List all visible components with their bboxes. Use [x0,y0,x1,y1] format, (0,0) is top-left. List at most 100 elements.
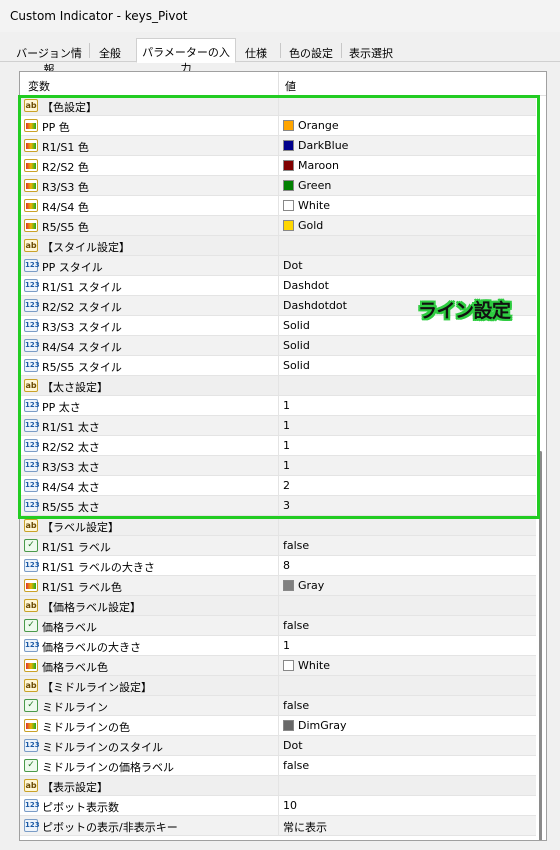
tab-parameters[interactable]: パラメーターの入力 [136,38,236,75]
parameter-row[interactable]: R1/S1 ラベル色 Gray [20,576,536,596]
parameter-value[interactable]: Solid [283,359,310,372]
parameter-value[interactable]: Dot [283,739,303,752]
parameter-row[interactable]: R2/S2 色 Maroon [20,156,536,176]
group-row[interactable]: ab 【太さ設定】 [20,376,536,396]
column-divider [278,536,279,556]
group-row[interactable]: ab 【スタイル設定】 [20,236,536,256]
color-swatch [283,200,294,211]
parameter-value-text: Gray [298,579,325,592]
parameter-value[interactable]: 1 [283,399,290,412]
parameter-value[interactable]: Maroon [283,159,339,172]
parameter-row[interactable]: ミドルラインの色 DimGray [20,716,536,736]
column-divider [278,256,279,276]
parameter-value-text: DarkBlue [298,139,349,152]
parameter-value[interactable]: false [283,759,309,772]
numeric-123-icon: 123 [24,259,40,272]
parameter-value[interactable]: 2 [283,479,290,492]
parameter-row[interactable]: 価格ラベル色 White [20,656,536,676]
vertical-scrollbar[interactable] [536,96,546,840]
group-row[interactable]: ab 【ミドルライン設定】 [20,676,536,696]
parameter-value[interactable]: Gold [283,219,323,232]
boolean-toggle-icon: ✓ [24,699,38,712]
parameter-row[interactable]: 123 R1/S1 太さ 1 [20,416,536,436]
scrollbar-thumb[interactable] [539,451,542,840]
group-row[interactable]: ab 【ラベル設定】 [20,516,536,536]
parameter-row[interactable]: ✓ ミドルラインの価格ラベル false [20,756,536,776]
parameter-value[interactable]: 1 [283,439,290,452]
tab-display-select[interactable]: 表示選択 [343,41,399,62]
parameter-row[interactable]: ✓ R1/S1 ラベル false [20,536,536,556]
parameter-value[interactable]: 3 [283,499,290,512]
parameter-row[interactable]: 123 ピボット表示数 10 [20,796,536,816]
group-row[interactable]: ab 【価格ラベル設定】 [20,596,536,616]
parameter-row[interactable]: PP 色 Orange [20,116,536,136]
column-divider [278,636,279,656]
parameter-row[interactable]: 123 ピボットの表示/非表示キー 常に表示 [20,816,536,836]
numeric-123-icon: 123 [24,459,40,472]
parameter-name: 【太さ設定】 [42,381,108,394]
column-divider [278,616,279,636]
group-row[interactable]: ab 【色設定】 [20,96,536,116]
column-divider [278,236,279,256]
parameter-value[interactable]: Green [283,179,331,192]
parameter-row[interactable]: 123 R5/S5 スタイル Solid [20,356,536,376]
parameter-row[interactable]: 123 R2/S2 太さ 1 [20,436,536,456]
tab-general[interactable]: 全般 [90,41,130,62]
parameter-value-text: Green [298,179,332,192]
parameter-value[interactable]: Solid [283,319,310,332]
group-row[interactable]: ab 【表示設定】 [20,776,536,796]
parameter-row[interactable]: ✓ ミドルライン false [20,696,536,716]
column-header-value[interactable]: 値 [285,78,296,94]
tab-separator [341,43,342,58]
column-divider [278,356,279,376]
parameter-value[interactable]: 10 [283,799,297,812]
parameter-row[interactable]: ✓ 価格ラベル false [20,616,536,636]
column-divider [278,716,279,736]
parameter-value[interactable]: Dashdot [283,279,329,292]
parameter-row[interactable]: 123 PP スタイル Dot [20,256,536,276]
parameter-value[interactable]: Orange [283,119,339,132]
parameter-row[interactable]: 123 R3/S3 太さ 1 [20,456,536,476]
parameter-value[interactable]: Dot [283,259,303,272]
parameter-row[interactable]: R3/S3 色 Green [20,176,536,196]
parameter-row[interactable]: 123 R1/S1 ラベルの大きさ 8 [20,556,536,576]
parameter-value[interactable]: 1 [283,459,290,472]
column-divider[interactable] [278,72,279,96]
parameter-value[interactable]: White [283,659,330,672]
parameter-row[interactable]: 123 R5/S5 太さ 3 [20,496,536,516]
parameter-value[interactable]: 1 [283,639,290,652]
parameter-value[interactable]: false [283,699,309,712]
numeric-123-icon: 123 [24,559,40,572]
parameter-value[interactable]: 常に表示 [283,819,327,835]
parameter-row[interactable]: 123 PP 太さ 1 [20,396,536,416]
color-param-icon [24,659,38,672]
tab-spec[interactable]: 仕様 [238,41,274,62]
parameter-name: 【色設定】 [42,101,97,114]
parameter-row[interactable]: 123 価格ラベルの大きさ 1 [20,636,536,656]
parameter-value[interactable]: 8 [283,559,290,572]
parameter-value[interactable]: White [283,199,330,212]
parameter-row[interactable]: 123 R4/S4 太さ 2 [20,476,536,496]
parameter-name: R2/S2 太さ [42,441,100,454]
tab-version-info[interactable]: バージョン情報 [10,41,88,76]
parameter-row[interactable]: R4/S4 色 White [20,196,536,216]
parameter-value[interactable]: Solid [283,339,310,352]
parameter-value-text: Solid [283,319,310,332]
parameter-value[interactable]: DimGray [283,719,347,732]
parameter-value[interactable]: 1 [283,419,290,432]
parameter-value[interactable]: Gray [283,579,324,592]
numeric-123-icon: 123 [24,279,40,292]
parameter-value[interactable]: false [283,539,309,552]
parameter-value[interactable]: Dashdotdot [283,299,347,312]
parameter-row[interactable]: 123 R4/S4 スタイル Solid [20,336,536,356]
parameter-row[interactable]: 123 ミドルラインのスタイル Dot [20,736,536,756]
parameter-name: R4/S4 色 [42,201,89,214]
parameter-row[interactable]: R1/S1 色 DarkBlue [20,136,536,156]
parameter-row[interactable]: 123 R1/S1 スタイル Dashdot [20,276,536,296]
tab-color-settings[interactable]: 色の設定 [283,41,339,62]
column-header-variable[interactable]: 変数 [28,78,50,94]
parameter-value[interactable]: DarkBlue [283,139,348,152]
parameter-row[interactable]: R5/S5 色 Gold [20,216,536,236]
column-divider [278,816,279,836]
parameter-value[interactable]: false [283,619,309,632]
